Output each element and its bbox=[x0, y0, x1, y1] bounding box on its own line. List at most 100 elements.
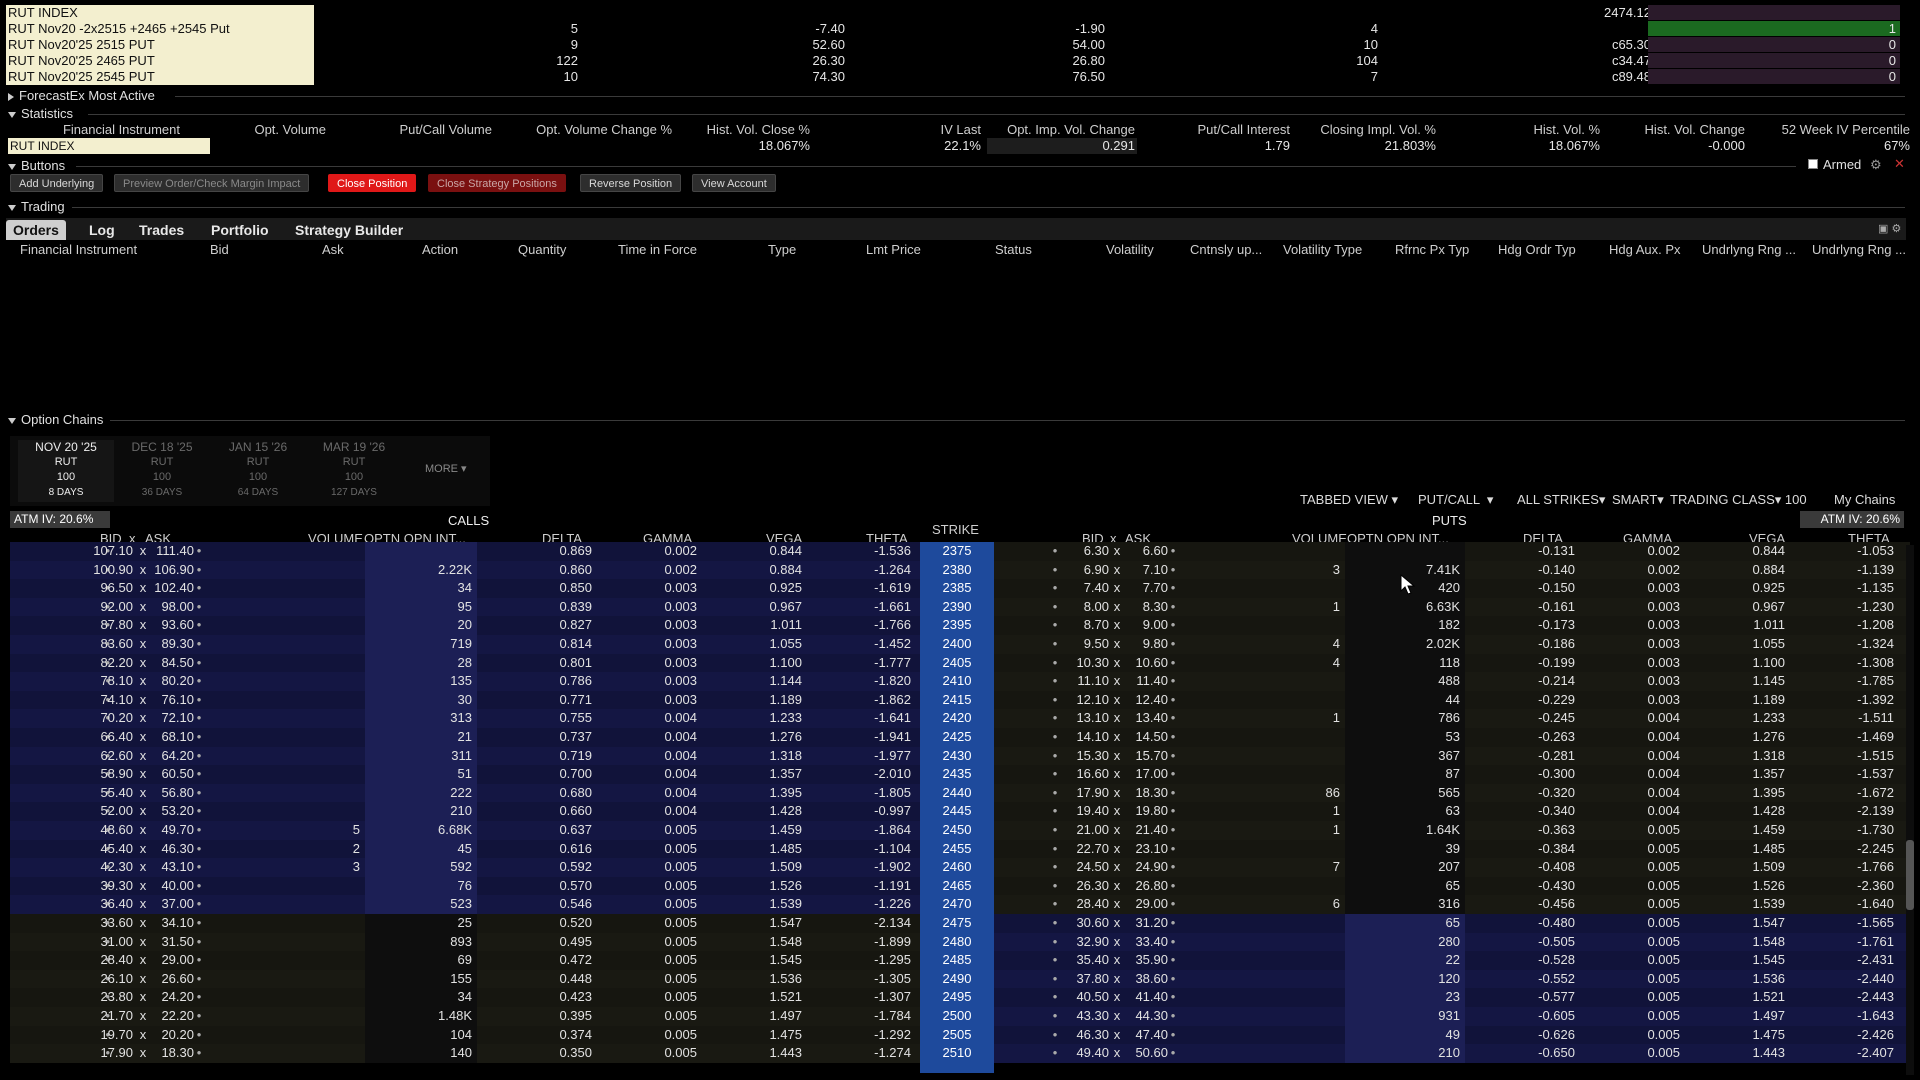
chain-row[interactable]: • 83.60 x 89.30 • 719 0.814 0.003 1.055 -1.452 240… bbox=[10, 635, 1910, 654]
chain-row[interactable]: • 107.10 x 111.40 • 0.869 0.002 0.844 -1.536 2375… bbox=[10, 542, 1910, 561]
call-ask[interactable]: 18.30 bbox=[148, 1044, 194, 1063]
call-bid[interactable]: 52.00 bbox=[66, 802, 133, 821]
put-bid[interactable]: 35.40 bbox=[1060, 951, 1109, 970]
tab-portfolio[interactable]: Portfolio bbox=[204, 220, 276, 240]
expiry-tab[interactable]: NOV 20 '25 RUT 100 8 DAYS bbox=[18, 440, 114, 502]
call-bid[interactable]: 17.90 bbox=[66, 1044, 133, 1063]
chain-row[interactable]: • 92.00 x 98.00 • 95 0.839 0.003 0.967 -1.661 2390… bbox=[10, 597, 1910, 617]
put-bid[interactable]: 22.70 bbox=[1060, 840, 1109, 859]
put-bid[interactable]: 19.40 bbox=[1060, 802, 1109, 821]
put-ask[interactable]: 18.30 bbox=[1122, 784, 1168, 803]
call-bid[interactable]: 42.30 bbox=[66, 858, 133, 877]
call-bid[interactable]: 62.60 bbox=[66, 747, 133, 766]
call-bid[interactable]: 21.70 bbox=[66, 1007, 133, 1026]
expiry-tab[interactable]: JAN 15 '26 RUT 100 64 DAYS bbox=[210, 440, 306, 502]
put-bid[interactable]: 16.60 bbox=[1060, 765, 1109, 784]
orders-column-header[interactable]: Time in Force bbox=[618, 242, 697, 257]
put-bid[interactable]: 15.30 bbox=[1060, 747, 1109, 766]
put-ask[interactable]: 9.00 bbox=[1122, 616, 1168, 635]
call-bid[interactable]: 55.40 bbox=[66, 784, 133, 803]
position-name[interactable]: RUT INDEX bbox=[6, 5, 314, 21]
chain-row[interactable]: • 70.20 x 72.10 • 313 0.755 0.004 1.233 -1.641 242… bbox=[10, 709, 1910, 728]
call-bid[interactable]: 23.80 bbox=[66, 988, 133, 1007]
orders-column-header[interactable]: Action bbox=[422, 242, 458, 257]
put-ask[interactable]: 15.70 bbox=[1122, 747, 1168, 766]
strike-price[interactable]: 2510 bbox=[920, 1044, 994, 1063]
strike-price[interactable]: 2405 bbox=[920, 654, 994, 673]
strike-price[interactable]: 2465 bbox=[920, 877, 994, 896]
strike-price[interactable]: 2495 bbox=[920, 988, 994, 1007]
call-ask[interactable]: 37.00 bbox=[148, 895, 194, 914]
position-name[interactable]: RUT Nov20 -2x2515 +2465 +2545 Put bbox=[6, 21, 314, 37]
close-position-button[interactable]: Close Position bbox=[328, 174, 417, 192]
call-bid[interactable]: 74.10 bbox=[66, 691, 133, 710]
call-ask[interactable]: 106.90 bbox=[148, 561, 194, 580]
call-bid[interactable]: 100.90 bbox=[66, 561, 133, 580]
call-bid[interactable]: 28.40 bbox=[66, 951, 133, 970]
strike-price[interactable]: 2375 bbox=[920, 542, 994, 561]
position-row[interactable]: RUT Nov20 -2x2515 +2465 +2545 Put 5 -7.40 -… bbox=[0, 21, 1920, 37]
position-row[interactable]: RUT Nov20'25 2515 PUT 9 52.60 54.00 10 c65.30… bbox=[0, 37, 1920, 53]
call-ask[interactable]: 22.20 bbox=[148, 1007, 194, 1026]
call-bid[interactable]: 45.40 bbox=[66, 840, 133, 859]
put-ask[interactable]: 8.30 bbox=[1122, 598, 1168, 617]
orders-column-header[interactable]: Hdg Aux. Px bbox=[1609, 242, 1681, 257]
put-bid[interactable]: 6.90 bbox=[1060, 561, 1109, 580]
put-ask[interactable]: 12.40 bbox=[1122, 691, 1168, 710]
put-ask[interactable]: 21.40 bbox=[1122, 821, 1168, 840]
settings-icon[interactable]: ⚙ bbox=[1870, 157, 1882, 173]
put-ask[interactable]: 41.40 bbox=[1122, 988, 1168, 1007]
orders-column-header[interactable]: Ask bbox=[322, 242, 344, 257]
chain-row[interactable]: • 39.30 x 40.00 • 76 0.570 0.005 1.526 -1.191 2465… bbox=[10, 876, 1910, 896]
chain-row[interactable]: • 45.40 x 46.30 • 2 45 0.616 0.005 1.485 -1.104 245… bbox=[10, 839, 1910, 859]
strike-price[interactable]: 2420 bbox=[920, 709, 994, 728]
call-ask[interactable]: 29.00 bbox=[148, 951, 194, 970]
call-ask[interactable]: 20.20 bbox=[148, 1026, 194, 1045]
strike-price[interactable]: 2470 bbox=[920, 895, 994, 914]
section-forecastex[interactable]: ForecastEx Most Active bbox=[8, 88, 155, 103]
put-bid[interactable]: 7.40 bbox=[1060, 579, 1109, 598]
chain-row[interactable]: • 19.70 x 20.20 • 104 0.374 0.005 1.475 -1.292 250… bbox=[10, 1025, 1910, 1045]
chain-row[interactable]: • 58.90 x 60.50 • 51 0.700 0.004 1.357 -2.010 2435… bbox=[10, 765, 1910, 784]
call-ask[interactable]: 72.10 bbox=[148, 709, 194, 728]
my-chains-button[interactable]: My Chains bbox=[1834, 492, 1895, 507]
call-ask[interactable]: 89.30 bbox=[148, 635, 194, 654]
call-bid[interactable]: 83.60 bbox=[66, 635, 133, 654]
call-bid[interactable]: 96.50 bbox=[66, 579, 133, 598]
orders-column-header[interactable]: Undrlyng Rng ... bbox=[1812, 242, 1906, 257]
call-ask[interactable]: 56.80 bbox=[148, 784, 194, 803]
chain-row[interactable]: • 26.10 x 26.60 • 155 0.448 0.005 1.536 -1.305 249… bbox=[10, 969, 1910, 989]
put-bid[interactable]: 37.80 bbox=[1060, 970, 1109, 989]
position-name[interactable]: RUT Nov20'25 2515 PUT bbox=[6, 37, 314, 53]
put-bid[interactable]: 9.50 bbox=[1060, 635, 1109, 654]
call-ask[interactable]: 40.00 bbox=[148, 877, 194, 896]
chain-row[interactable]: • 55.40 x 56.80 • 222 0.680 0.004 1.395 -1.805 244… bbox=[10, 783, 1910, 803]
put-ask[interactable]: 6.60 bbox=[1122, 542, 1168, 561]
strike-price[interactable]: 2480 bbox=[920, 933, 994, 952]
put-bid[interactable]: 43.30 bbox=[1060, 1007, 1109, 1026]
put-ask[interactable]: 11.40 bbox=[1122, 672, 1168, 691]
chain-row[interactable]: • 42.30 x 43.10 • 3 592 0.592 0.005 1.509 -1.902 24… bbox=[10, 858, 1910, 877]
strike-price[interactable]: 2440 bbox=[920, 784, 994, 803]
call-ask[interactable]: 49.70 bbox=[148, 821, 194, 840]
call-ask[interactable]: 102.40 bbox=[148, 579, 194, 598]
call-bid[interactable]: 33.60 bbox=[66, 914, 133, 933]
chain-row[interactable]: • 52.00 x 53.20 • 210 0.660 0.004 1.428 -0.997 244… bbox=[10, 802, 1910, 821]
tab-trades[interactable]: Trades bbox=[132, 220, 191, 240]
orders-column-header[interactable]: Undrlyng Rng ... bbox=[1702, 242, 1796, 257]
put-ask[interactable]: 47.40 bbox=[1122, 1026, 1168, 1045]
strike-price[interactable]: 2395 bbox=[920, 616, 994, 635]
put-bid[interactable]: 12.10 bbox=[1060, 691, 1109, 710]
chain-row[interactable]: • 36.40 x 37.00 • 523 0.546 0.005 1.539 -1.226 247… bbox=[10, 895, 1910, 914]
put-ask[interactable]: 9.80 bbox=[1122, 635, 1168, 654]
tab-log[interactable]: Log bbox=[82, 220, 122, 240]
put-bid[interactable]: 6.30 bbox=[1060, 542, 1109, 561]
strike-price[interactable]: 2450 bbox=[920, 821, 994, 840]
call-ask[interactable]: 24.20 bbox=[148, 988, 194, 1007]
put-bid[interactable]: 8.00 bbox=[1060, 598, 1109, 617]
strike-price[interactable]: 2485 bbox=[920, 951, 994, 970]
strike-price[interactable]: 2435 bbox=[920, 765, 994, 784]
position-row[interactable]: RUT INDEX 2474.12 bbox=[0, 5, 1920, 21]
strike-price[interactable]: 2415 bbox=[920, 691, 994, 710]
put-bid[interactable]: 32.90 bbox=[1060, 933, 1109, 952]
